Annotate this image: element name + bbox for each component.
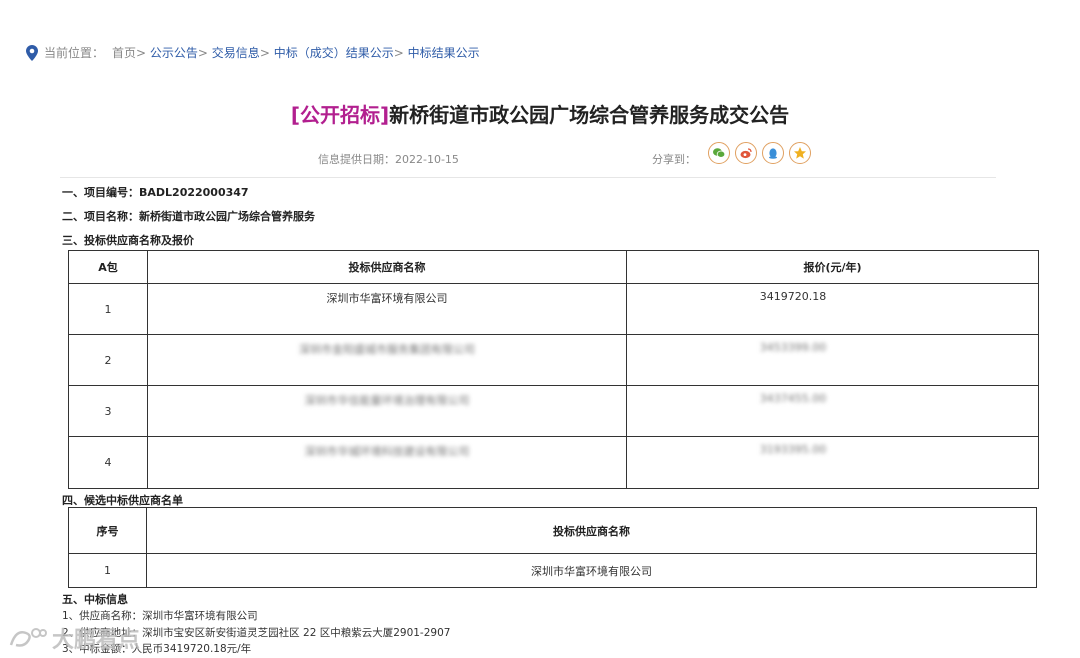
- supplier-name-blurred: 深圳市华信能量环境治理有限公司: [304, 394, 470, 407]
- table-row: 1 深圳市华富环境有限公司 3419720.18: [68, 283, 1039, 335]
- breadcrumb-item-award-result[interactable]: 中标（成交）结果公示: [274, 44, 394, 61]
- watermark: 大鹏看点: [8, 622, 140, 654]
- publish-date: 信息提供日期：2022-10-15: [318, 153, 459, 166]
- header-price: 报价(元/年): [626, 250, 1039, 284]
- header-supplier-name: 投标供应商名称: [146, 507, 1037, 554]
- bid-price-blurred: 3193395.00: [759, 443, 827, 456]
- candidate-table: 序号 投标供应商名称 1 深圳市华富环境有限公司: [68, 507, 1037, 588]
- breadcrumb-label: 当前位置：: [44, 46, 105, 60]
- row-number: 4: [68, 436, 148, 489]
- weibo-icon[interactable]: [735, 142, 757, 164]
- breadcrumb: 当前位置： 首页 > 公示公告 > 交易信息 > 中标（成交）结果公示 > 中标结果公示: [26, 44, 480, 61]
- table-row: 2 深圳市金阳盛城市服务集团有限公司 3453399.00: [68, 334, 1039, 386]
- header-supplier-name: 投标供应商名称: [147, 250, 627, 284]
- section-project-name: 二、项目名称：新桥街道市政公园广场综合管养服务: [62, 210, 315, 223]
- share-label: 分享到：: [652, 153, 696, 166]
- section-bid-list-heading: 三、投标供应商名称及报价: [62, 234, 194, 247]
- watermark-text: 大鹏看点: [52, 628, 141, 653]
- breadcrumb-item-trade-info[interactable]: 交易信息: [212, 44, 260, 61]
- table-row: 4 深圳市华城环境科技建设有限公司 3193395.00: [68, 436, 1039, 489]
- section-award-heading: 五、中标信息: [62, 593, 128, 606]
- breadcrumb-home-link[interactable]: 首页: [112, 44, 136, 61]
- bid-price: 3419720.18: [626, 283, 1039, 335]
- row-number: 1: [68, 553, 147, 588]
- row-number: 1: [68, 283, 148, 335]
- table-header-row: 序号 投标供应商名称: [68, 507, 1037, 554]
- title-tag: [公开招标]: [290, 103, 390, 127]
- wechat-icon[interactable]: [708, 142, 730, 164]
- bid-price-blurred: 3437455.00: [759, 392, 827, 405]
- section-project-number: 一、项目编号：BADL2022000347: [62, 186, 249, 199]
- breadcrumb-item-award-notice[interactable]: 中标结果公示: [408, 44, 480, 61]
- section-candidate-heading: 四、候选中标供应商名单: [62, 494, 183, 507]
- watermark-logo-icon: [9, 628, 47, 647]
- divider: [60, 177, 996, 178]
- supplier-name: 深圳市华富环境有限公司: [146, 553, 1037, 588]
- table-row: 1 深圳市华富环境有限公司: [68, 553, 1037, 588]
- share-icons: [708, 142, 811, 164]
- page-title: [公开招标]新桥街道市政公园广场综合管养服务成交公告: [0, 99, 1080, 128]
- row-number: 2: [68, 334, 148, 386]
- header-serial: 序号: [68, 507, 147, 554]
- title-text: 新桥街道市政公园广场综合管养服务成交公告: [389, 103, 790, 127]
- table-header-row: A包 投标供应商名称 报价(元/年): [68, 250, 1039, 284]
- bid-table: A包 投标供应商名称 报价(元/年) 1 深圳市华富环境有限公司 3419720…: [68, 250, 1039, 489]
- supplier-name-blurred: 深圳市华城环境科技建设有限公司: [304, 445, 470, 458]
- qq-icon[interactable]: [762, 142, 784, 164]
- row-number: 3: [68, 385, 148, 437]
- breadcrumb-item-notices[interactable]: 公示公告: [150, 44, 198, 61]
- award-supplier-name: 1、供应商名称：深圳市华富环境有限公司: [62, 610, 258, 622]
- qzone-icon[interactable]: [789, 142, 811, 164]
- bid-price-blurred: 3453399.00: [759, 341, 827, 354]
- supplier-name-blurred: 深圳市金阳盛城市服务集团有限公司: [299, 343, 475, 356]
- location-pin-icon: [26, 44, 38, 61]
- table-row: 3 深圳市华信能量环境治理有限公司 3437455.00: [68, 385, 1039, 437]
- header-package: A包: [68, 250, 148, 284]
- supplier-name: 深圳市华富环境有限公司: [147, 283, 627, 335]
